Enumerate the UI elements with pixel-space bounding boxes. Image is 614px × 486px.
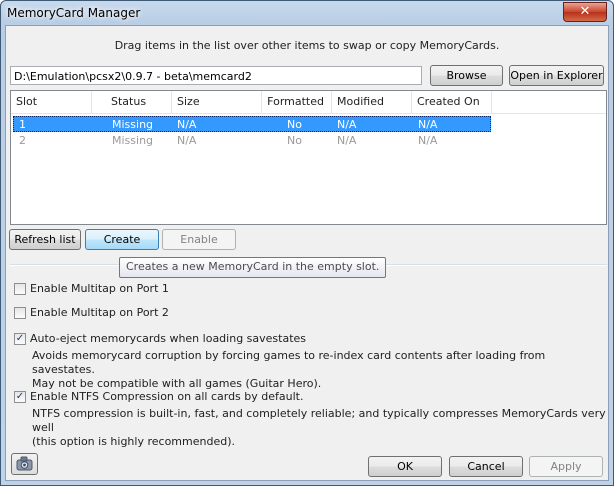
memorycard-manager-window: MemoryCard Manager ✕ Drag items in the l… — [0, 0, 614, 486]
browse-button[interactable]: Browse — [430, 65, 503, 86]
enable-button[interactable]: Enable — [162, 229, 236, 250]
column-header-created-on[interactable]: Created On — [412, 91, 492, 113]
checkmark-icon: ✓ — [15, 333, 25, 344]
ntfs-compression-description: NTFS compression is built-in, fast, and … — [32, 407, 608, 449]
drag-hint-text: Drag items in the list over other items … — [114, 39, 500, 52]
apply-button[interactable]: Apply — [529, 456, 603, 477]
close-button[interactable]: ✕ — [563, 2, 607, 22]
multitap-port1-label[interactable]: Enable Multitap on Port 1 — [30, 282, 169, 295]
cell-created-on: N/A — [418, 118, 438, 131]
cell-formatted: No — [287, 118, 302, 131]
window-title: MemoryCard Manager — [7, 6, 141, 20]
close-icon: ✕ — [579, 4, 591, 19]
list-row-slot-1[interactable]: 1 Missing N/A No N/A N/A — [13, 116, 491, 132]
checkmark-icon: ✓ — [15, 391, 25, 402]
cell-status: Missing — [112, 118, 154, 131]
memcard-folder-path-field[interactable]: D:\Emulation\pcsx2\0.9.7 - beta\memcard2 — [10, 66, 422, 85]
camera-icon — [16, 456, 33, 471]
title-bar[interactable]: MemoryCard Manager ✕ — [1, 1, 613, 25]
auto-eject-description-line2: May not be compatible with all games (Gu… — [32, 377, 322, 390]
ok-button[interactable]: OK — [368, 456, 442, 477]
ntfs-description-line2: (this option is highly recommended). — [32, 435, 235, 448]
cell-status: Missing — [112, 134, 154, 147]
cell-size: N/A — [177, 134, 197, 147]
refresh-list-button[interactable]: Refresh list — [9, 229, 81, 250]
multitap-port2-label[interactable]: Enable Multitap on Port 2 — [30, 306, 169, 319]
column-header-modified[interactable]: Modified — [332, 91, 412, 113]
cell-modified: N/A — [337, 118, 357, 131]
dialog-client: Drag items in the list over other items … — [5, 25, 609, 481]
ntfs-compression-label[interactable]: Enable NTFS Compression on all cards by … — [30, 390, 303, 403]
column-header-size[interactable]: Size — [172, 91, 262, 113]
multitap-port1-checkbox[interactable] — [14, 283, 26, 295]
cell-formatted: No — [287, 134, 302, 147]
column-header-formatted[interactable]: Formatted — [262, 91, 332, 113]
cell-slot: 2 — [19, 134, 26, 147]
auto-eject-description-line1: Avoids memorycard corruption by forcing … — [32, 349, 546, 376]
cell-size: N/A — [177, 118, 197, 131]
multitap-port2-checkbox[interactable] — [14, 307, 26, 319]
auto-eject-checkbox[interactable]: ✓ — [14, 333, 26, 345]
auto-eject-description: Avoids memorycard corruption by forcing … — [32, 349, 608, 391]
column-header-status[interactable]: Status — [92, 91, 172, 113]
cell-created-on: N/A — [418, 134, 438, 147]
column-header-slot[interactable]: Slot — [11, 91, 92, 113]
list-row-slot-2[interactable]: 2 Missing N/A No N/A N/A — [13, 133, 491, 149]
ntfs-compression-checkbox[interactable]: ✓ — [14, 391, 26, 403]
ntfs-description-line1: NTFS compression is built-in, fast, and … — [32, 407, 606, 434]
open-in-explorer-button[interactable]: Open in Explorer — [509, 65, 604, 86]
memorycard-list[interactable]: Slot Status Size Formatted Modified Crea… — [10, 90, 607, 225]
create-button[interactable]: Create — [85, 229, 159, 250]
list-header: Slot Status Size Formatted Modified Crea… — [11, 91, 606, 114]
create-tooltip: Creates a new MemoryCard in the empty sl… — [119, 257, 387, 278]
auto-eject-label[interactable]: Auto-eject memorycards when loading save… — [30, 332, 306, 345]
cancel-button[interactable]: Cancel — [449, 456, 523, 477]
screenshot-button[interactable] — [11, 453, 38, 475]
cell-modified: N/A — [337, 134, 357, 147]
cell-slot: 1 — [19, 118, 26, 131]
